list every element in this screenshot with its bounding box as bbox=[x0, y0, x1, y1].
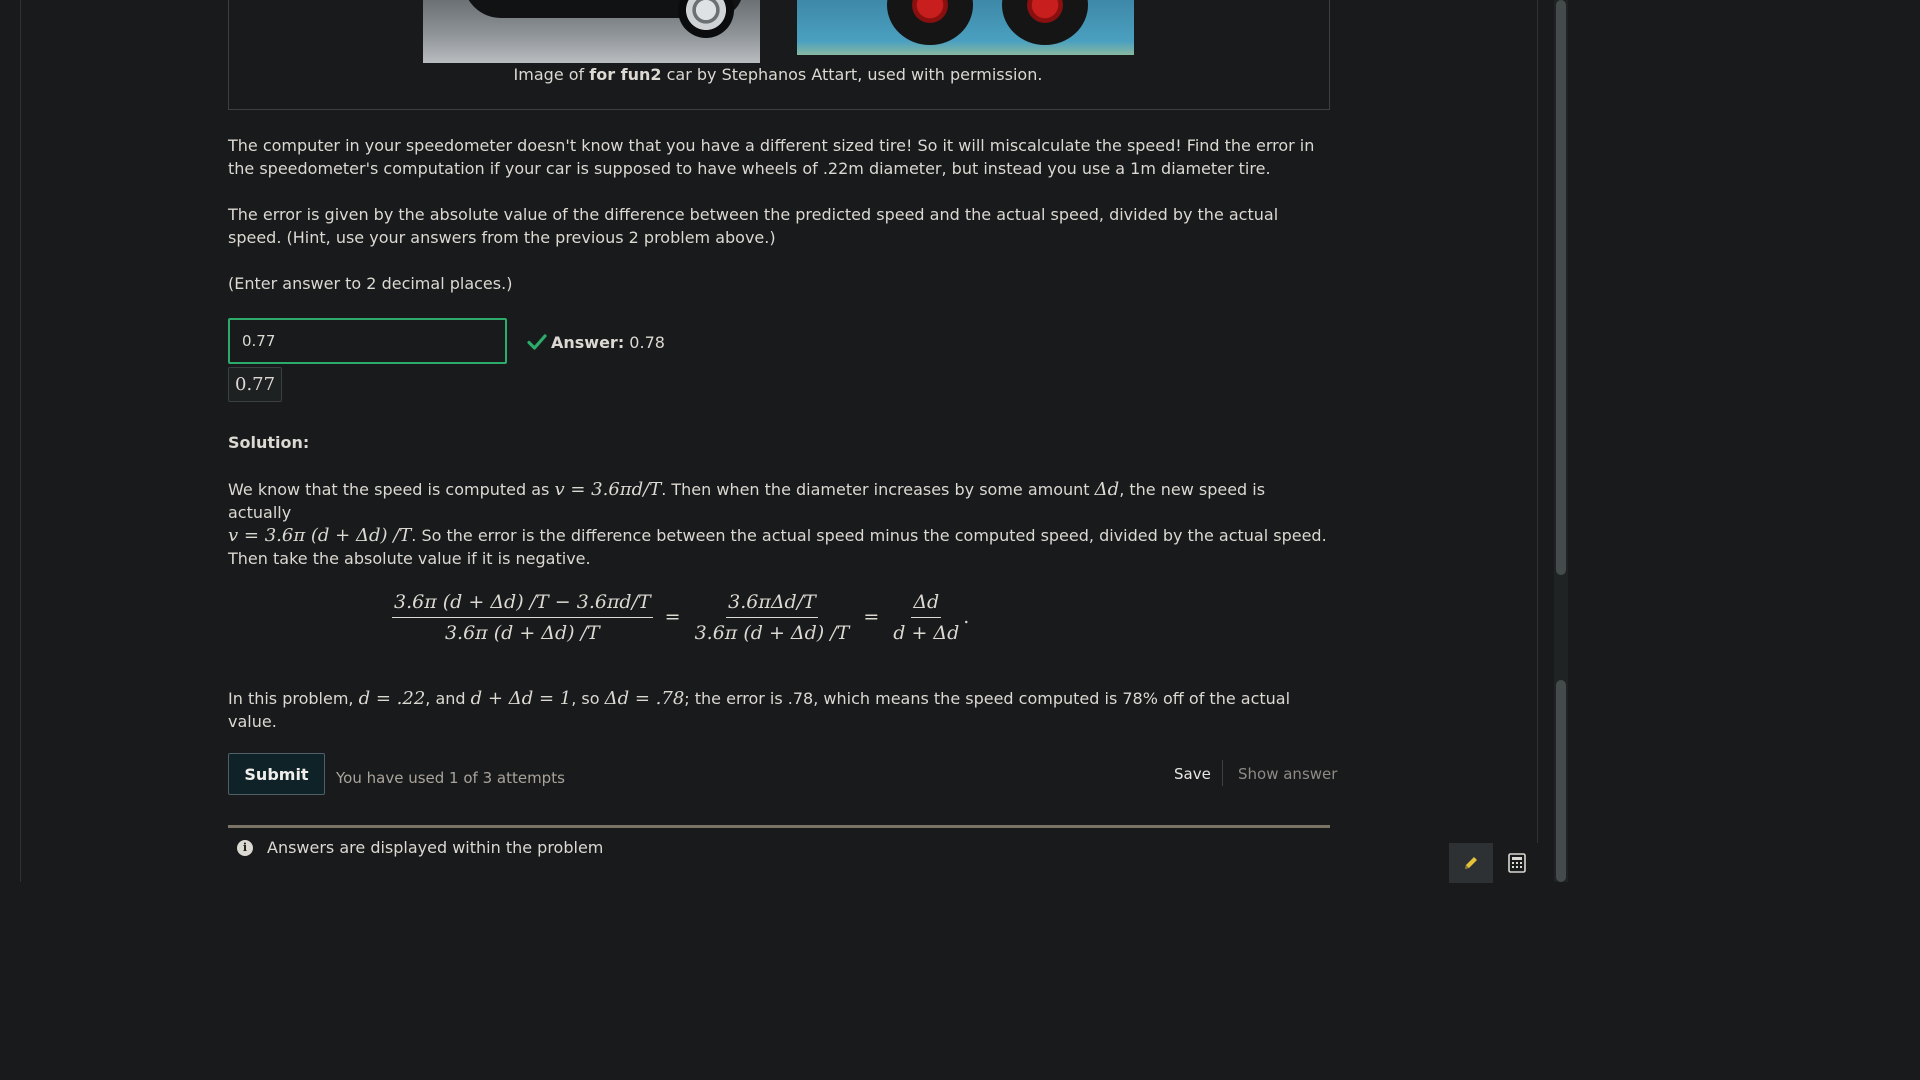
fraction-2: 3.6πΔd/T 3.6π (d + Δd) /T bbox=[694, 590, 850, 644]
display-equation: 3.6π (d + Δd) /T − 3.6πd/T 3.6π (d + Δd)… bbox=[392, 590, 970, 644]
show-answer-button[interactable]: Show answer bbox=[1230, 763, 1345, 785]
math-speed-formula: v = 3.6πd/T bbox=[554, 479, 662, 500]
math-delta-d: Δd bbox=[1094, 479, 1120, 500]
pencil-icon bbox=[1465, 857, 1477, 869]
conclusion-paragraph: In this problem, d = .22, and d + Δd = 1… bbox=[228, 688, 1291, 731]
correct-answer: Answer: 0.78 bbox=[551, 333, 665, 352]
info-icon: i bbox=[237, 840, 253, 856]
problem-paragraph-1: The computer in your speedometer doesn't… bbox=[228, 136, 1315, 178]
figure-box bbox=[228, 0, 1330, 110]
save-button[interactable]: Save bbox=[1166, 763, 1219, 785]
calculator-button[interactable] bbox=[1495, 843, 1539, 883]
pencil-button[interactable] bbox=[1449, 843, 1493, 883]
scrollbar-thumb-lower[interactable] bbox=[1556, 680, 1566, 882]
solution-heading: Solution: bbox=[228, 433, 310, 452]
caption-bold: for fun2 bbox=[589, 65, 662, 84]
submit-button[interactable]: Submit bbox=[228, 753, 325, 795]
notice-text: Answers are displayed within the problem bbox=[267, 838, 604, 857]
answer-preview: 0.77 bbox=[228, 367, 283, 402]
problem-paragraph-2: The error is given by the absolute value… bbox=[228, 205, 1279, 247]
answer-input[interactable] bbox=[228, 318, 507, 364]
math-new-speed: v = 3.6π (d + Δd) /T bbox=[228, 525, 412, 546]
action-divider bbox=[1222, 760, 1223, 786]
fraction-1: 3.6π (d + Δd) /T − 3.6πd/T 3.6π (d + Δd)… bbox=[392, 590, 653, 644]
attempts-text: You have used 1 of 3 attempts bbox=[336, 769, 565, 787]
car-image-left bbox=[423, 0, 760, 63]
calculator-icon bbox=[1508, 853, 1526, 873]
solution-paragraph: We know that the speed is computed as v … bbox=[228, 479, 1327, 568]
check-icon bbox=[527, 334, 547, 350]
scrollbar-thumb[interactable] bbox=[1556, 0, 1566, 575]
figure-caption: Image of for fun2 car by Stephanos Attar… bbox=[513, 65, 1043, 84]
notice-border bbox=[228, 825, 1330, 828]
fraction-3: Δd d + Δd bbox=[893, 590, 960, 644]
car-image-right bbox=[797, 0, 1134, 55]
problem-paragraph-3: (Enter answer to 2 decimal places.) bbox=[228, 274, 513, 293]
